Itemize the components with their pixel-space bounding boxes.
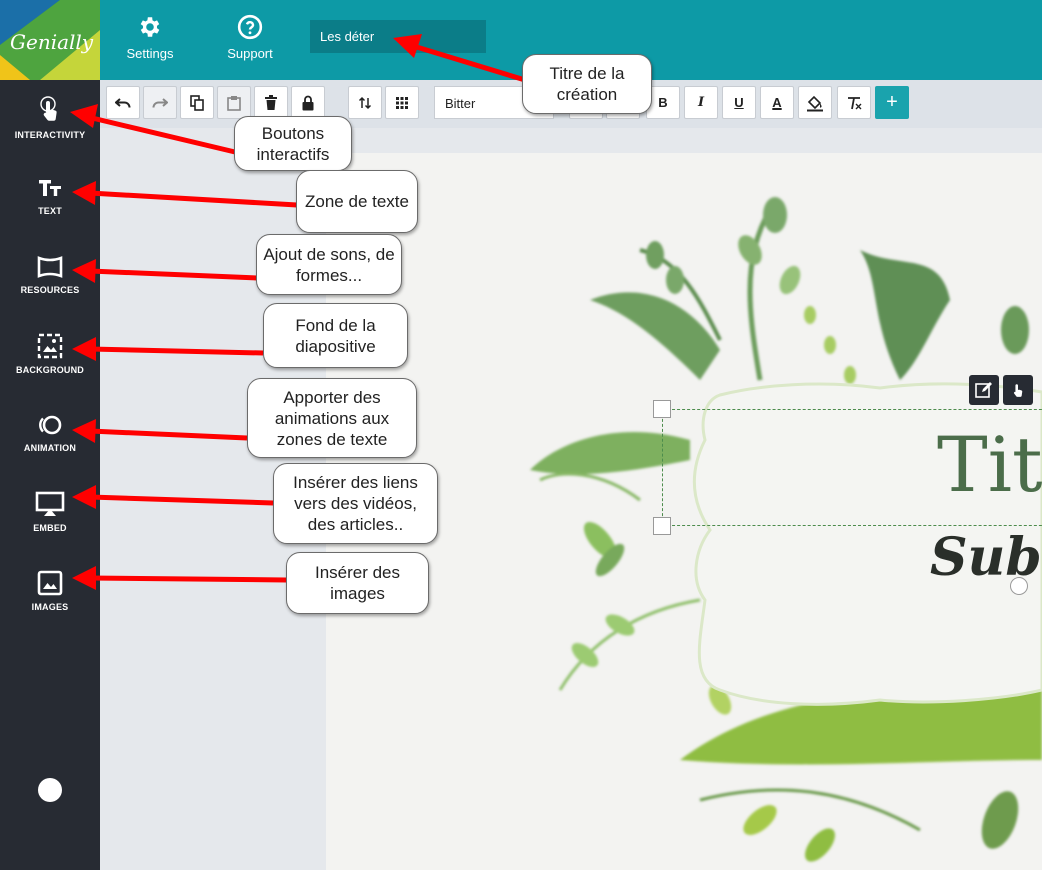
callout-text: Zone de texte [296, 170, 418, 233]
callout-animation: Apporter des animations aux zones de tex… [247, 378, 417, 458]
arrow-animation [72, 419, 248, 443]
arrow-embed [72, 485, 274, 509]
arrow-text [72, 181, 298, 208]
callout-resources: Ajout de sons, de formes... [256, 234, 402, 295]
callout-embed: Insérer des liens vers des vidéos, des a… [273, 463, 438, 544]
arrow-title [393, 34, 526, 83]
arrow-background [72, 337, 264, 361]
callout-title: Titre de la création [522, 54, 652, 114]
add-page-button[interactable] [38, 778, 62, 802]
arrow-images [72, 566, 287, 590]
callout-interactivity: Boutons interactifs [234, 116, 352, 171]
callout-images: Insérer des images [286, 552, 429, 614]
callout-background: Fond de la diapositive [263, 303, 408, 368]
arrow-interactivity [70, 104, 236, 155]
arrow-resources [72, 259, 258, 283]
annotation-arrows [70, 34, 526, 590]
